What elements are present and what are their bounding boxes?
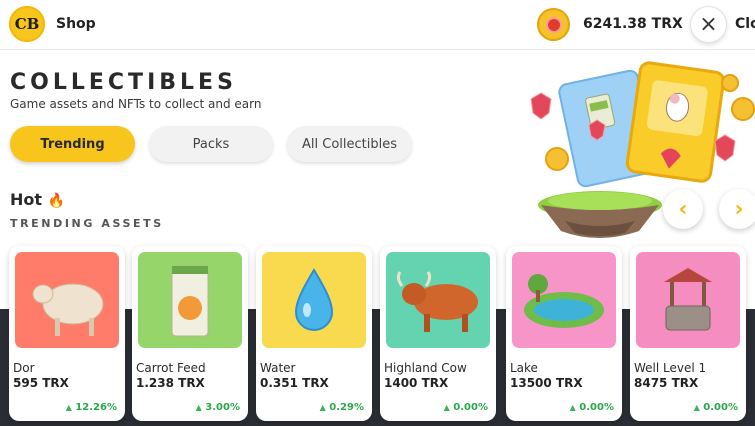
asset-image — [386, 252, 490, 348]
change-value: 12.26% — [75, 402, 117, 413]
trend-up-icon: ▲ — [65, 403, 72, 412]
asset-card-well-level-1[interactable]: Well Level 1 8475 TRX ▲ 0.00% — [630, 246, 746, 421]
page-header-title: Shop — [56, 16, 96, 32]
asset-name: Water — [260, 361, 296, 375]
asset-price: 1400 TRX — [384, 376, 449, 390]
flame-icon: 🔥 — [47, 193, 66, 209]
asset-change: ▲ 0.00% — [444, 402, 488, 413]
asset-image — [512, 252, 616, 348]
asset-change: ▲ 0.00% — [570, 402, 614, 413]
asset-card-highland-cow[interactable]: Highland Cow 1400 TRX ▲ 0.00% — [380, 246, 496, 421]
cb-logo[interactable]: CB — [9, 6, 45, 42]
trend-up-icon: ▲ — [569, 403, 576, 412]
asset-name: Dor — [13, 361, 35, 375]
asset-card-dor[interactable]: Dor 595 TRX ▲ 12.26% — [9, 246, 125, 421]
trx-coin-icon — [537, 8, 570, 41]
change-value: 0.29% — [329, 402, 364, 413]
asset-name: Carrot Feed — [136, 361, 206, 375]
trend-up-icon: ▲ — [443, 403, 450, 412]
tab-packs[interactable]: Packs — [149, 126, 273, 162]
asset-price: 0.351 TRX — [260, 376, 329, 390]
collectibles-illustration-icon — [530, 61, 755, 238]
asset-change: ▲ 0.00% — [694, 402, 738, 413]
asset-change: ▲ 0.29% — [320, 402, 364, 413]
change-value: 0.00% — [579, 402, 614, 413]
tab-all-collectibles[interactable]: All Collectibles — [287, 126, 412, 162]
trend-up-icon: ▲ — [319, 403, 326, 412]
carousel-next-button[interactable]: › — [719, 189, 755, 229]
asset-price: 595 TRX — [13, 376, 69, 390]
close-label[interactable]: Clo — [735, 16, 755, 32]
well-icon — [664, 268, 712, 331]
asset-price: 8475 TRX — [634, 376, 699, 390]
balance-amount: 6241.38 TRX — [583, 16, 683, 32]
carrot-feed-bag-icon — [171, 265, 209, 337]
sheep-icon — [32, 283, 104, 336]
chevron-left-icon: ‹ — [678, 196, 688, 222]
tab-trending[interactable]: Trending — [10, 126, 135, 162]
highland-cow-icon — [396, 271, 478, 332]
change-value: 0.00% — [703, 402, 738, 413]
asset-price: 1.238 TRX — [136, 376, 205, 390]
change-value: 3.00% — [205, 402, 240, 413]
asset-image — [15, 252, 119, 348]
chevron-right-icon: › — [734, 196, 744, 222]
close-button[interactable]: × — [690, 6, 727, 43]
close-icon: × — [699, 12, 718, 37]
asset-price: 13500 TRX — [510, 376, 583, 390]
water-drop-icon — [294, 268, 334, 331]
trend-up-icon: ▲ — [195, 403, 202, 412]
asset-card-lake[interactable]: Lake 13500 TRX ▲ 0.00% — [506, 246, 622, 421]
asset-image — [636, 252, 740, 348]
page-title: COLLECTIBLES — [10, 70, 237, 95]
trending-assets-heading: TRENDING ASSETS — [10, 217, 164, 230]
lake-icon — [524, 274, 604, 328]
asset-change: ▲ 3.00% — [196, 402, 240, 413]
asset-change: ▲ 12.26% — [66, 402, 117, 413]
change-value: 0.00% — [453, 402, 488, 413]
asset-name: Highland Cow — [384, 361, 467, 375]
asset-name: Lake — [510, 361, 538, 375]
asset-image — [262, 252, 366, 348]
asset-card-carrot-feed[interactable]: Carrot Feed 1.238 TRX ▲ 3.00% — [132, 246, 248, 421]
hot-heading: Hot 🔥 — [10, 190, 65, 209]
asset-name: Well Level 1 — [634, 361, 707, 375]
asset-image — [138, 252, 242, 348]
hot-label: Hot — [10, 190, 43, 209]
trend-up-icon: ▲ — [693, 403, 700, 412]
carousel-prev-button[interactable]: ‹ — [663, 189, 703, 229]
page-subtitle: Game assets and NFTs to collect and earn — [10, 97, 262, 111]
logo-text: CB — [14, 15, 40, 33]
top-bar: CB Shop 6241.38 TRX × Clo — [0, 0, 755, 50]
asset-card-water[interactable]: Water 0.351 TRX ▲ 0.29% — [256, 246, 372, 421]
